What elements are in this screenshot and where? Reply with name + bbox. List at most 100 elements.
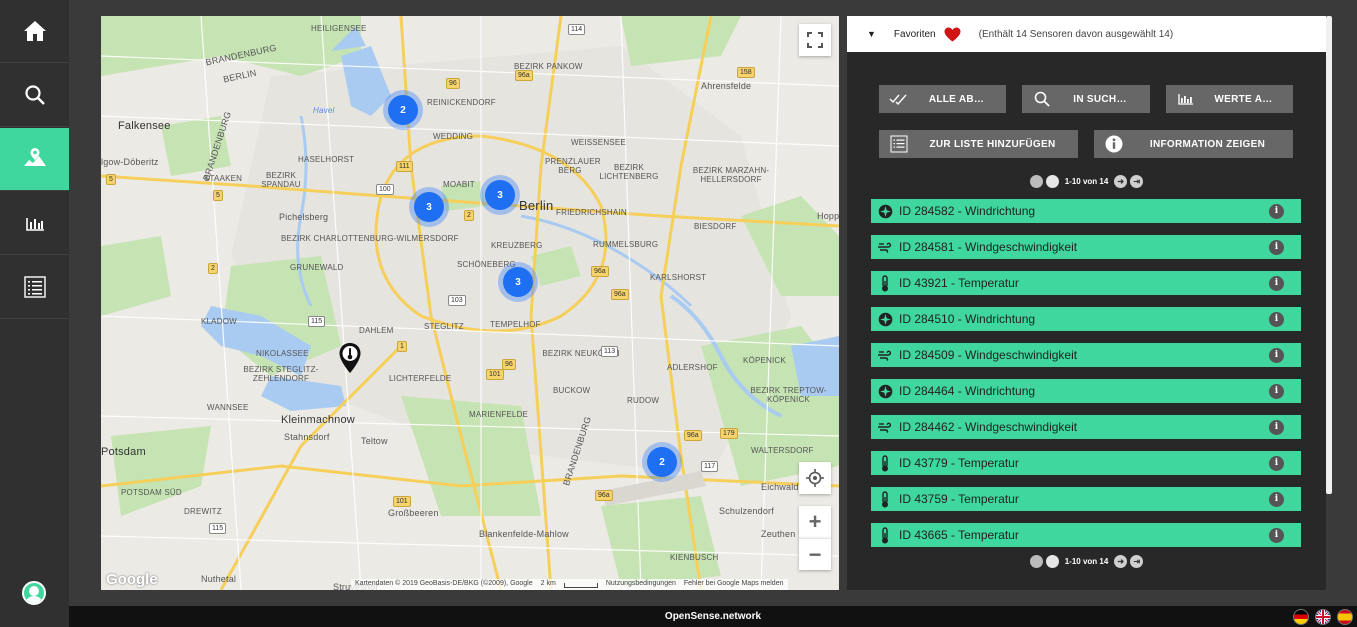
sensor-row[interactable]: ID 43921 - Temperatur i bbox=[871, 271, 1301, 295]
map-label: GRUNEWALD bbox=[290, 263, 344, 272]
sensor-name: ID 284464 - Windrichtung bbox=[899, 384, 1036, 398]
terms-link[interactable]: Nutzungsbedingungen bbox=[606, 580, 676, 589]
map-label: KARLSHORST bbox=[650, 273, 707, 282]
previous-page-button[interactable] bbox=[1045, 555, 1059, 568]
map-label: WANNSEE bbox=[207, 403, 249, 412]
sidebar-item-map[interactable] bbox=[0, 128, 69, 191]
sensor-name: ID 284509 - Windgeschwindigkeit bbox=[899, 348, 1078, 362]
sensor-info-icon[interactable]: i bbox=[1269, 275, 1284, 291]
road-shield: 2 bbox=[464, 210, 474, 221]
sensor-cluster[interactable]: 2 bbox=[642, 442, 682, 482]
sensor-info-icon[interactable]: i bbox=[1269, 383, 1284, 399]
values-button[interactable]: WERTE A… bbox=[1166, 85, 1293, 113]
sidebar-item-home[interactable] bbox=[0, 0, 69, 63]
sensor-name: ID 284510 - Windrichtung bbox=[899, 312, 1036, 326]
map-label: DAHLEM bbox=[359, 326, 394, 335]
sensor-row[interactable]: ID 43759 - Temperatur i bbox=[871, 487, 1301, 511]
sensor-info-icon[interactable]: i bbox=[1269, 527, 1284, 543]
sensor-name: ID 43759 - Temperatur bbox=[899, 492, 1019, 506]
page-count: 1-10 von 14 bbox=[1064, 177, 1109, 186]
first-page-button[interactable] bbox=[1029, 555, 1043, 568]
panel-scrollbar[interactable] bbox=[1326, 16, 1332, 494]
map-label: BEZIRK LICHTENBERG bbox=[599, 163, 659, 181]
sensor-info-icon[interactable]: i bbox=[1269, 239, 1284, 255]
last-page-arrow-icon[interactable]: ⇥ bbox=[1130, 555, 1144, 568]
previous-page-button[interactable] bbox=[1045, 175, 1059, 188]
sensor-row[interactable]: ID 284510 - Windrichtung i bbox=[871, 307, 1301, 331]
flag-de-icon[interactable] bbox=[1293, 609, 1309, 625]
sensor-info-icon[interactable]: i bbox=[1269, 455, 1284, 471]
map-attribution: Kartendaten © 2019 GeoBasis-DE/BKG (©200… bbox=[351, 579, 788, 590]
road-shield: 5 bbox=[106, 174, 116, 185]
sensor-cluster[interactable]: 2 bbox=[383, 90, 423, 130]
map-label: TEMPELHOF bbox=[490, 320, 541, 329]
sensor-marker-pin-icon[interactable] bbox=[338, 342, 362, 374]
crosshair-icon bbox=[806, 469, 824, 487]
map-label: Großbeeren bbox=[388, 508, 439, 518]
map-label: REINICKENDORF bbox=[427, 98, 496, 107]
sidebar-item-charts[interactable] bbox=[0, 192, 69, 255]
sensor-row[interactable]: ID 284581 - Windgeschwindigkeit i bbox=[871, 235, 1301, 259]
zoom-out-button[interactable]: − bbox=[799, 538, 831, 570]
sidebar-item-list[interactable] bbox=[0, 256, 69, 319]
favorites-info: (Enthält 14 Sensoren davon ausgewählt 14… bbox=[978, 28, 1174, 40]
zoom-in-button[interactable]: + bbox=[799, 506, 831, 538]
favorites-title: Favoriten bbox=[893, 28, 936, 40]
flag-es-icon[interactable] bbox=[1337, 609, 1353, 625]
add-to-list-button[interactable]: ZUR LISTE HINZUFÜGEN bbox=[879, 130, 1078, 158]
map-label: Schulzendorf bbox=[719, 506, 774, 516]
map-label: RUDOW bbox=[627, 396, 660, 405]
map-label: WEISSENSEE bbox=[571, 138, 626, 147]
map-label: STEGLITZ bbox=[424, 322, 464, 331]
select-all-button[interactable]: ALLE AB… bbox=[879, 85, 1006, 113]
sensor-name: ID 43921 - Temperatur bbox=[899, 276, 1019, 290]
compass-icon bbox=[878, 204, 892, 218]
sensor-info-icon[interactable]: i bbox=[1269, 347, 1284, 363]
sensor-cluster[interactable]: 3 bbox=[409, 187, 449, 227]
user-avatar-icon[interactable] bbox=[22, 581, 46, 605]
next-page-arrow-icon[interactable]: ➜ bbox=[1114, 175, 1128, 188]
footer-brand: OpenSense.network bbox=[664, 611, 762, 622]
thermometer-icon bbox=[882, 454, 888, 471]
map-label: lgow-Döberitz bbox=[101, 157, 159, 167]
road-shield: 96 bbox=[446, 78, 460, 89]
sidebar-item-search[interactable] bbox=[0, 64, 69, 127]
show-information-button[interactable]: INFORMATION ZEIGEN bbox=[1094, 130, 1293, 158]
thermometer-icon bbox=[882, 490, 888, 507]
sensor-row[interactable]: ID 284582 - Windrichtung i bbox=[871, 199, 1301, 223]
map-scale-bar bbox=[563, 583, 598, 588]
my-location-button[interactable] bbox=[799, 462, 831, 494]
next-page-arrow-icon[interactable]: ➜ bbox=[1114, 555, 1128, 568]
map[interactable]: Falkensee Berlin Potsdam Kleinmachnow Te… bbox=[101, 16, 839, 590]
last-page-arrow-icon[interactable]: ⇥ bbox=[1130, 175, 1144, 188]
road-shield: 96a bbox=[595, 490, 613, 501]
sensor-name: ID 43779 - Temperatur bbox=[899, 456, 1019, 470]
report-error-link[interactable]: Fehler bei Google Maps melden bbox=[684, 580, 784, 589]
sensor-row[interactable]: ID 284462 - Windgeschwindigkeit i bbox=[871, 415, 1301, 439]
page-count: 1-10 von 14 bbox=[1064, 557, 1109, 566]
first-page-button[interactable] bbox=[1029, 175, 1043, 188]
map-label: KREUZBERG bbox=[491, 241, 543, 250]
sensor-cluster[interactable]: 3 bbox=[480, 175, 520, 215]
map-label: LICHTERFELDE bbox=[389, 374, 452, 383]
sensor-cluster[interactable]: 3 bbox=[498, 262, 538, 302]
sensor-info-icon[interactable]: i bbox=[1269, 419, 1284, 435]
collapse-caret-icon[interactable]: ▼ bbox=[867, 29, 876, 39]
sensor-row[interactable]: ID 284509 - Windgeschwindigkeit i bbox=[871, 343, 1301, 367]
sensor-info-icon[interactable]: i bbox=[1269, 311, 1284, 327]
fullscreen-button[interactable] bbox=[799, 24, 831, 56]
sensor-row[interactable]: ID 43779 - Temperatur i bbox=[871, 451, 1301, 475]
sensor-info-icon[interactable]: i bbox=[1269, 203, 1284, 219]
sensor-row[interactable]: ID 284464 - Windrichtung i bbox=[871, 379, 1301, 403]
map-label: MARIENFELDE bbox=[469, 410, 529, 419]
sensor-row[interactable]: ID 43665 - Temperatur i bbox=[871, 523, 1301, 547]
sensor-info-icon[interactable]: i bbox=[1269, 491, 1284, 507]
map-label: Falkensee bbox=[118, 120, 171, 132]
sidebar bbox=[0, 0, 69, 627]
sensor-name: ID 43665 - Temperatur bbox=[899, 528, 1019, 542]
map-label: BUCKOW bbox=[553, 386, 591, 395]
in-search-button[interactable]: IN SUCH… bbox=[1022, 85, 1150, 113]
flag-en-icon[interactable] bbox=[1315, 609, 1331, 625]
map-label: Blankenfelde-Mahlow bbox=[479, 529, 569, 539]
map-label: Stahnsdorf bbox=[284, 432, 330, 442]
